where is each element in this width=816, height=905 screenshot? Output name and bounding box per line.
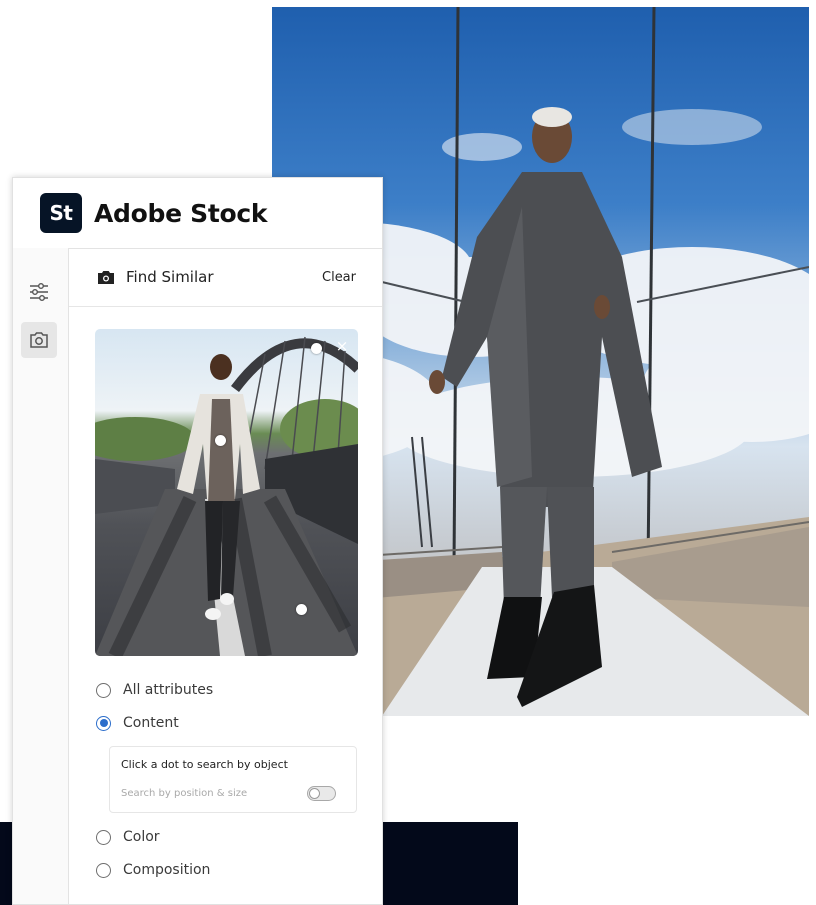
- find-similar-title: Find Similar: [126, 268, 214, 286]
- sliders-icon: [30, 283, 48, 301]
- filters-button[interactable]: [21, 274, 57, 310]
- reference-image-illustration: [95, 336, 358, 656]
- close-icon[interactable]: ×: [335, 339, 349, 354]
- find-similar-content: Find Similar Clear × All attributes Cont…: [69, 248, 382, 904]
- find-similar-header: Find Similar Clear: [69, 248, 382, 307]
- object-dot[interactable]: [296, 604, 307, 615]
- option-label: Content: [123, 715, 179, 731]
- object-dot[interactable]: [215, 435, 226, 446]
- option-label: Color: [123, 829, 160, 845]
- clear-button[interactable]: Clear: [322, 270, 356, 285]
- panel-header: St Adobe Stock: [13, 178, 382, 249]
- position-size-label: Search by position & size: [121, 788, 248, 799]
- adobe-stock-logo: St: [40, 193, 82, 233]
- object-search-hint: Click a dot to search by object: [121, 758, 288, 771]
- camera-icon: [98, 270, 114, 284]
- object-search-card: Click a dot to search by object Search b…: [109, 746, 357, 813]
- find-similar-rail-button[interactable]: [21, 322, 57, 358]
- logo-text: St: [49, 201, 73, 225]
- adobe-stock-panel: St Adobe Stock Find Similar Clear × All …: [12, 177, 383, 905]
- reference-image: ×: [95, 329, 358, 656]
- option-composition[interactable]: Composition: [96, 862, 210, 878]
- object-dot[interactable]: [311, 343, 322, 354]
- position-size-toggle[interactable]: [307, 786, 336, 801]
- option-all-attributes[interactable]: All attributes: [96, 682, 213, 698]
- brand-name: Adobe Stock: [94, 198, 268, 228]
- option-content[interactable]: Content: [96, 715, 179, 731]
- option-label: All attributes: [123, 682, 214, 698]
- radio-all-attributes[interactable]: [96, 682, 111, 698]
- camera-icon: [30, 332, 48, 348]
- radio-composition[interactable]: [96, 862, 111, 878]
- radio-content[interactable]: [96, 715, 111, 731]
- radio-color[interactable]: [96, 829, 111, 845]
- side-rail: [13, 248, 69, 904]
- option-label: Composition: [123, 862, 211, 878]
- option-color[interactable]: Color: [96, 829, 160, 845]
